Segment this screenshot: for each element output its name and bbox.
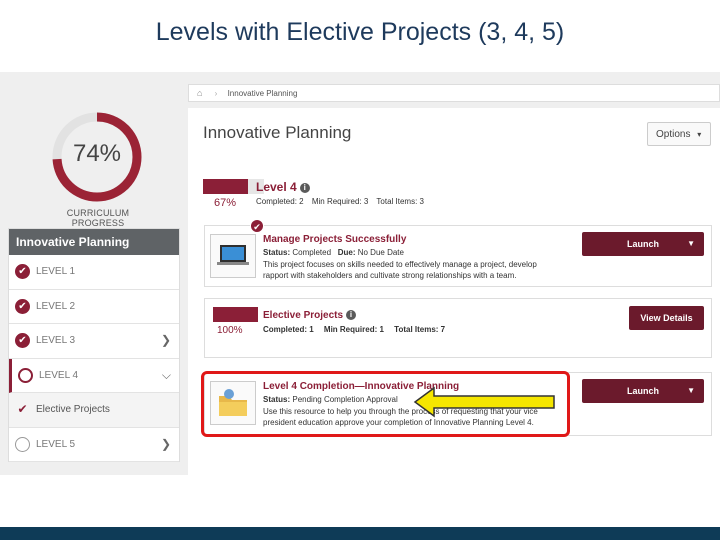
sidebar-item-label: LEVEL 5	[36, 438, 76, 450]
sidebar-item-level-5[interactable]: LEVEL 5 ❯	[9, 428, 179, 462]
home-icon[interactable]: ⌂	[197, 88, 202, 98]
footer-bar	[0, 527, 720, 540]
sidebar-item-level-2[interactable]: ✔ LEVEL 2	[9, 290, 179, 324]
sidebar: Innovative Planning ✔ LEVEL 1 ✔ LEVEL 2 …	[8, 228, 180, 462]
level-title-text: Level 4	[256, 180, 297, 194]
elective-title-text: Elective Projects	[263, 310, 344, 321]
level-completed: Completed: 2	[256, 197, 304, 206]
check-circle-icon: ✔	[15, 264, 30, 279]
due-label: Due:	[337, 248, 356, 257]
progress-label: CURRICULUM PROGRESS	[66, 208, 130, 228]
sidebar-item-label: LEVEL 3	[36, 335, 76, 346]
view-details-button[interactable]: View Details	[629, 306, 704, 330]
laptop-icon	[210, 234, 256, 278]
elective-stats: Completed: 1 Min Required: 1 Total Items…	[263, 325, 445, 334]
options-button[interactable]: Options ▾	[647, 122, 711, 146]
open-circle-icon	[18, 367, 33, 383]
elective-title: Elective Projects i	[263, 310, 357, 321]
breadcrumb: ⌂ › Innovative Planning	[188, 84, 720, 102]
empty-circle-icon	[15, 436, 30, 452]
launch-label: Launch	[626, 239, 659, 249]
elective-total-items: Total Items: 7	[394, 325, 446, 334]
sidebar-item-label: Elective Projects	[36, 404, 110, 415]
due-value: No Due Date	[357, 248, 404, 257]
chevron-right-icon[interactable]: ❯	[161, 437, 171, 451]
view-details-label: View Details	[640, 313, 693, 323]
elective-percent: 100%	[217, 325, 243, 336]
level-min-required: Min Required: 3	[311, 197, 369, 206]
launch-button[interactable]: Launch ▼	[582, 232, 704, 256]
check-circle-icon: ✔	[15, 333, 30, 348]
caret-down-icon: ▼	[687, 386, 695, 395]
level-percent: 67%	[214, 197, 237, 209]
level-total-items: Total Items: 3	[376, 197, 424, 206]
caret-down-icon: ▼	[687, 239, 695, 248]
level-stats: Completed: 2 Min Required: 3 Total Items…	[256, 197, 430, 206]
sidebar-item-label: LEVEL 2	[36, 300, 76, 312]
elective-min-required: Min Required: 1	[323, 325, 384, 334]
check-icon: ✔	[17, 402, 28, 416]
breadcrumb-current[interactable]: Innovative Planning	[228, 89, 298, 98]
yellow-arrow-icon	[413, 386, 555, 418]
project-title[interactable]: Manage Projects Successfully	[263, 234, 406, 245]
level-progress-bar	[203, 179, 248, 194]
check-circle-icon: ✔	[15, 298, 30, 314]
sidebar-item-label: LEVEL 1	[36, 266, 76, 277]
chevron-right-icon[interactable]: ❯	[161, 333, 171, 347]
project-status: Status: Completed Due: No Due Date	[263, 248, 404, 257]
sidebar-header: Innovative Planning	[9, 229, 179, 255]
project-card-manage-projects: ✔ Manage Projects Successfully Status: C…	[204, 219, 712, 287]
slide-title: Levels with Elective Projects (3, 4, 5)	[155, 18, 565, 46]
project-description: This project focuses on skills needed to…	[263, 260, 537, 280]
launch-label: Launch	[626, 386, 659, 396]
sidebar-item-elective-projects[interactable]: ✔ Elective Projects	[9, 393, 179, 428]
breadcrumb-separator: ›	[214, 89, 218, 98]
info-icon[interactable]: i	[299, 183, 310, 193]
sidebar-item-level-4[interactable]: LEVEL 4 ⌵	[9, 358, 179, 393]
sidebar-item-level-1[interactable]: ✔ LEVEL 1	[9, 255, 179, 290]
chevron-down-icon[interactable]: ⌵	[162, 368, 171, 383]
status-label: Status:	[263, 248, 291, 257]
info-icon[interactable]: i	[346, 310, 357, 320]
launch-button[interactable]: Launch ▼	[582, 379, 704, 403]
page-title: Innovative Planning	[203, 123, 352, 142]
elective-completed: Completed: 1	[263, 325, 314, 334]
sidebar-item-label: LEVEL 4	[39, 369, 79, 381]
curriculum-progress-ring: 74%	[50, 110, 144, 204]
progress-percent: 74%	[72, 140, 122, 167]
options-label: Options	[656, 129, 691, 140]
elective-projects-card: 100% Elective Projects i Completed: 1 Min…	[204, 298, 712, 358]
level-title: Level 4i	[256, 180, 310, 194]
chevron-down-icon: ▾	[697, 130, 702, 139]
sidebar-item-level-3[interactable]: ✔ LEVEL 3 ❯	[9, 324, 179, 359]
status-value: Completed	[292, 248, 332, 257]
elective-progress-bar	[213, 307, 258, 322]
completed-check-icon: ✔	[250, 219, 264, 233]
